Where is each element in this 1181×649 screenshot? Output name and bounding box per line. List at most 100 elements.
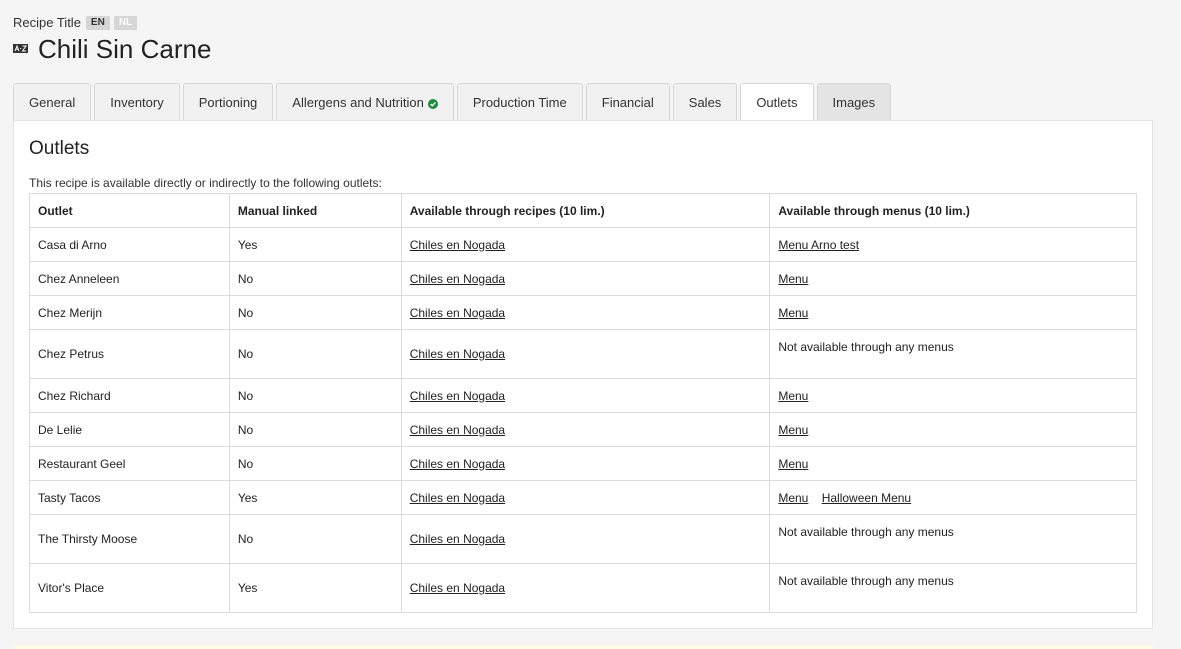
table-row: The Thirsty Moose No Chiles en Nogada No…: [29, 514, 1137, 564]
menus-cell: Menu: [769, 295, 1137, 330]
recipe-link[interactable]: Chiles en Nogada: [410, 423, 505, 437]
recipe-link[interactable]: Chiles en Nogada: [410, 306, 505, 320]
outlet-name: Chez Merijn: [29, 295, 230, 330]
tab-production-time[interactable]: Production Time: [456, 83, 583, 120]
table-row: Chez Richard No Chiles en Nogada Menu: [29, 378, 1137, 413]
tab-inventory[interactable]: Inventory: [94, 83, 180, 120]
recipes-cell: Chiles en Nogada: [400, 227, 771, 262]
table-row: Tasty Tacos Yes Chiles en Nogada Menu Ha…: [29, 480, 1137, 515]
recipe-link[interactable]: Chiles en Nogada: [410, 272, 505, 286]
tab-sales[interactable]: Sales: [672, 83, 738, 120]
menu-link[interactable]: Menu: [778, 306, 808, 320]
language-badge-en[interactable]: EN: [85, 15, 110, 30]
tab-label: Allergens and Nutrition: [292, 94, 424, 110]
manual-linked: No: [228, 295, 402, 330]
tab-financial[interactable]: Financial: [585, 83, 670, 120]
recipe-link[interactable]: Chiles en Nogada: [410, 238, 505, 252]
menu-link[interactable]: Menu: [778, 389, 808, 403]
bottom-strip: [13, 645, 1153, 649]
tab-allergens-nutrition[interactable]: Allergens and Nutrition: [276, 83, 454, 120]
recipes-cell: Chiles en Nogada: [400, 563, 771, 613]
tab-label: Sales: [688, 94, 722, 110]
outlet-name: The Thirsty Moose: [29, 514, 230, 564]
tab-bar: General Inventory Portioning Allergens a…: [13, 83, 892, 121]
tab-label: Inventory: [110, 94, 164, 110]
outlet-name: Casa di Arno: [29, 227, 230, 262]
menus-unavailable-text: Not available through any menus: [769, 514, 1137, 564]
recipes-cell: Chiles en Nogada: [400, 295, 771, 330]
recipe-page: Recipe Title EN NL Chili Sin Carne Gener…: [0, 0, 1181, 649]
menus-cell: Menu: [769, 446, 1137, 481]
sort-az-icon: [13, 44, 28, 53]
menus-cell: Menu Arno test: [769, 227, 1137, 262]
recipes-cell: Chiles en Nogada: [400, 514, 771, 564]
column-header-outlet: Outlet: [29, 193, 230, 228]
manual-linked: No: [228, 378, 402, 413]
tab-label: General: [29, 94, 76, 110]
recipes-cell: Chiles en Nogada: [400, 261, 771, 296]
outlet-name: Chez Anneleen: [29, 261, 230, 296]
table-row: Chez Petrus No Chiles en Nogada Not avai…: [29, 329, 1137, 379]
column-header-menus: Available through menus (10 lim.): [769, 193, 1137, 228]
manual-linked: No: [228, 514, 402, 564]
recipe-link[interactable]: Chiles en Nogada: [410, 581, 505, 595]
outlet-name: Tasty Tacos: [29, 480, 230, 515]
outlet-name: Vitor's Place: [29, 563, 230, 613]
tab-label: Production Time: [472, 94, 567, 110]
menu-link[interactable]: Menu: [778, 491, 808, 505]
tab-outlets[interactable]: Outlets: [740, 83, 814, 121]
outlet-name: De Lelie: [29, 412, 230, 447]
table-row: Vitor's Place Yes Chiles en Nogada Not a…: [29, 563, 1137, 613]
language-badge-nl[interactable]: NL: [113, 15, 138, 30]
table-row: Restaurant Geel No Chiles en Nogada Menu: [29, 446, 1137, 481]
menu-link[interactable]: Menu: [778, 457, 808, 471]
menus-unavailable-text: Not available through any menus: [769, 329, 1137, 379]
menus-cell: Menu: [769, 378, 1137, 413]
page-title: Chili Sin Carne: [38, 34, 212, 64]
tab-label: Portioning: [198, 94, 258, 110]
table-row: Casa di Arno Yes Chiles en Nogada Menu A…: [29, 227, 1137, 262]
recipes-cell: Chiles en Nogada: [400, 446, 771, 481]
tab-label: Financial: [601, 94, 654, 110]
recipe-link[interactable]: Chiles en Nogada: [410, 532, 505, 546]
menus-cell: Menu Halloween Menu: [769, 480, 1137, 515]
recipes-cell: Chiles en Nogada: [400, 412, 771, 447]
title-label-row: Recipe Title EN NL: [13, 15, 138, 30]
outlets-intro: This recipe is available directly or ind…: [29, 176, 382, 190]
table-header-row: Outlet Manual linked Available through r…: [29, 193, 1137, 228]
section-title: Outlets: [29, 138, 90, 159]
tab-label: Images: [832, 94, 876, 110]
menu-link[interactable]: Menu Arno test: [778, 238, 859, 252]
table-row: Chez Merijn No Chiles en Nogada Menu: [29, 295, 1137, 330]
recipe-link[interactable]: Chiles en Nogada: [410, 347, 505, 361]
outlet-name: Chez Richard: [29, 378, 230, 413]
menus-cell: Menu: [769, 261, 1137, 296]
manual-linked: No: [228, 446, 402, 481]
title-label: Recipe Title: [13, 15, 81, 30]
outlet-name: Restaurant Geel: [29, 446, 230, 481]
menus-cell: Menu: [769, 412, 1137, 447]
tab-images[interactable]: Images: [816, 83, 892, 120]
recipe-link[interactable]: Chiles en Nogada: [410, 457, 505, 471]
recipe-link[interactable]: Chiles en Nogada: [410, 491, 505, 505]
recipe-link[interactable]: Chiles en Nogada: [410, 389, 505, 403]
manual-linked: Yes: [228, 227, 402, 262]
manual-linked: No: [228, 261, 402, 296]
outlets-table: Outlet Manual linked Available through r…: [29, 193, 1137, 613]
manual-linked: No: [228, 412, 402, 447]
table-row: De Lelie No Chiles en Nogada Menu: [29, 412, 1137, 447]
manual-linked: Yes: [228, 480, 402, 515]
menu-link[interactable]: Menu: [778, 423, 808, 437]
menus-unavailable-text: Not available through any menus: [769, 563, 1137, 613]
column-header-recipes: Available through recipes (10 lim.): [400, 193, 771, 228]
outlets-panel: Outlets This recipe is available directl…: [13, 120, 1153, 629]
menu-link[interactable]: Menu: [778, 272, 808, 286]
menu-link-halloween[interactable]: Halloween Menu: [822, 491, 911, 505]
manual-linked: No: [228, 329, 402, 379]
tab-label: Outlets: [756, 95, 798, 110]
outlet-name: Chez Petrus: [29, 329, 230, 379]
tab-portioning[interactable]: Portioning: [182, 83, 274, 120]
recipes-cell: Chiles en Nogada: [400, 480, 771, 515]
recipes-cell: Chiles en Nogada: [400, 329, 771, 379]
tab-general[interactable]: General: [13, 83, 92, 120]
